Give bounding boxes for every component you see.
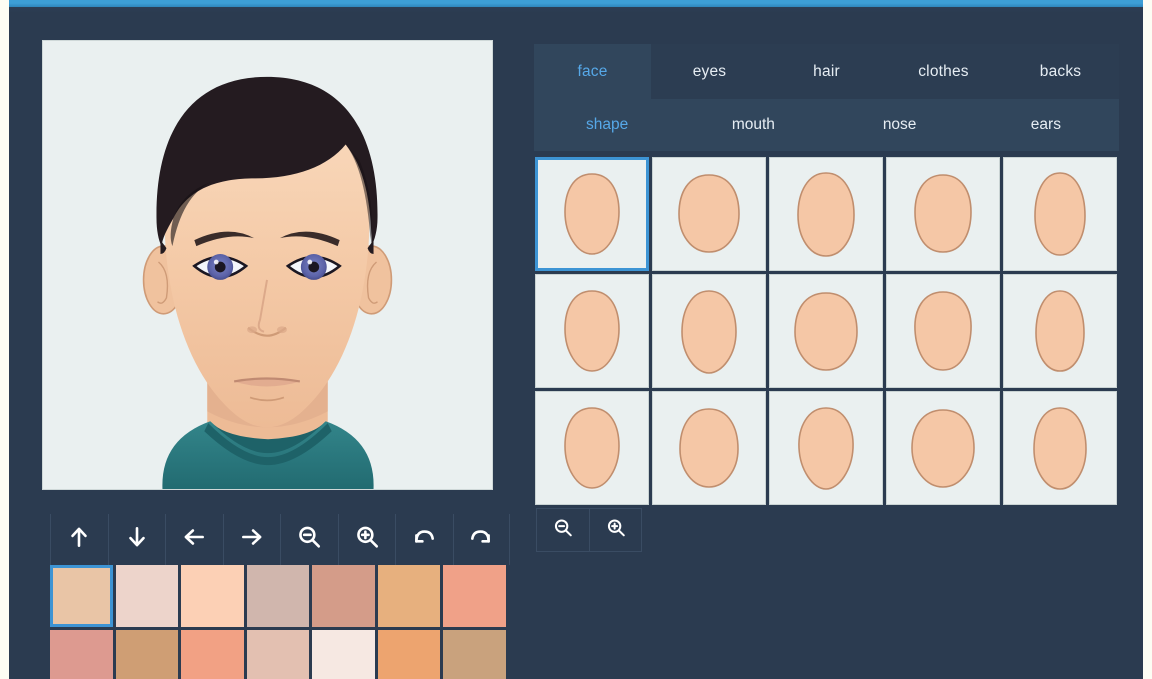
magnifier-plus-icon [354,524,380,555]
face-shape-icon [555,285,629,377]
face-shape-14[interactable] [886,391,1000,505]
magnifier-plus-icon [605,517,627,544]
color-swatch[interactable] [50,565,113,627]
arrow-down-icon [124,524,150,555]
tab-label: eyes [693,63,727,81]
redo-button[interactable] [453,514,511,565]
color-swatch[interactable] [378,565,441,627]
arrow-right-icon [239,524,265,555]
tab-label: clothes [918,63,969,81]
face-shape-icon [906,168,980,260]
zoom-in-button[interactable] [338,514,396,565]
color-swatch[interactable] [443,565,506,627]
redo-icon [468,524,494,555]
avatar-illustration [43,41,492,489]
top-accent-bar [9,0,1143,7]
subtab-label: shape [586,116,628,134]
face-shape-10[interactable] [1003,274,1117,388]
face-shape-1[interactable] [535,157,649,271]
tab-label: hair [813,63,840,81]
face-shape-5[interactable] [1003,157,1117,271]
avatar-creator-window: face eyes hair clothes backs shape mouth nose e… [0,0,1152,679]
magnifier-minus-icon [296,524,322,555]
color-swatch[interactable] [116,565,179,627]
color-swatch[interactable] [181,630,244,679]
color-swatch[interactable] [247,630,310,679]
subtab-label: mouth [732,116,775,134]
move-left-button[interactable] [165,514,223,565]
face-shape-icon [555,168,629,260]
tab-clothes[interactable]: clothes [885,44,1002,99]
color-swatch[interactable] [181,565,244,627]
face-shape-9[interactable] [886,274,1000,388]
color-swatch[interactable] [50,630,113,679]
subcategory-tab-bar: shape mouth nose ears [534,99,1119,151]
tab-backs[interactable]: backs [1002,44,1119,99]
subtab-nose[interactable]: nose [827,99,973,151]
transform-toolbar [50,514,510,565]
undo-icon [411,524,437,555]
face-shape-grid [535,157,1120,505]
face-shape-icon [789,285,863,377]
tab-eyes[interactable]: eyes [651,44,768,99]
color-swatch[interactable] [443,630,506,679]
face-shape-icon [906,402,980,494]
tab-hair[interactable]: hair [768,44,885,99]
face-shape-15[interactable] [1003,391,1117,505]
color-swatch[interactable] [378,630,441,679]
face-shape-icon [672,168,746,260]
move-down-button[interactable] [108,514,166,565]
face-shape-11[interactable] [535,391,649,505]
face-shape-icon [1023,168,1097,260]
color-swatch[interactable] [312,630,375,679]
color-swatch[interactable] [247,565,310,627]
tab-label: face [577,63,607,81]
face-shape-icon [789,168,863,260]
face-shape-7[interactable] [652,274,766,388]
face-shape-icon [1023,402,1097,494]
move-right-button[interactable] [223,514,281,565]
face-shape-13[interactable] [769,391,883,505]
face-shape-icon [789,402,863,494]
grid-zoom-in-button[interactable] [589,508,642,552]
color-swatch[interactable] [116,630,179,679]
grid-zoom-toolbar [536,508,642,552]
face-shape-icon [672,402,746,494]
face-shape-12[interactable] [652,391,766,505]
face-shape-2[interactable] [652,157,766,271]
subtab-label: nose [883,116,917,134]
zoom-out-button[interactable] [280,514,338,565]
category-tab-bar: face eyes hair clothes backs [534,44,1119,99]
arrow-up-icon [66,524,92,555]
tab-label: backs [1040,63,1082,81]
grid-zoom-out-button[interactable] [536,508,589,552]
subtab-mouth[interactable]: mouth [680,99,826,151]
arrow-left-icon [181,524,207,555]
subtab-label: ears [1031,116,1061,134]
top-accent-shadow [9,7,1143,13]
face-shape-icon [555,402,629,494]
face-shape-icon [1023,285,1097,377]
face-shape-4[interactable] [886,157,1000,271]
face-shape-8[interactable] [769,274,883,388]
face-shape-3[interactable] [769,157,883,271]
subtab-ears[interactable]: ears [973,99,1119,151]
face-shape-6[interactable] [535,274,649,388]
magnifier-minus-icon [552,517,574,544]
color-swatch[interactable] [312,565,375,627]
tab-face[interactable]: face [534,44,651,99]
skin-color-palette [50,565,510,679]
undo-button[interactable] [395,514,453,565]
subtab-shape[interactable]: shape [534,99,680,151]
move-up-button[interactable] [50,514,108,565]
face-shape-icon [906,285,980,377]
face-shape-icon [672,285,746,377]
avatar-preview-panel[interactable] [42,40,493,490]
